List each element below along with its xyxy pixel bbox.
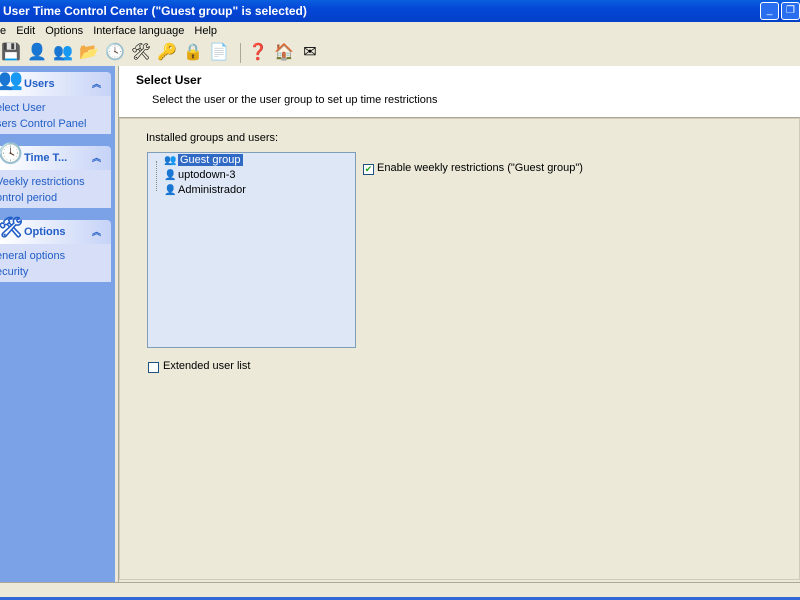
document-icon: 📄 <box>209 44 229 61</box>
status-bar <box>0 582 800 597</box>
sidebar-panel: 👥 Users ︽ elect User sers Control Panel <box>0 69 111 134</box>
content-area: Installed groups and users: 👥 Guest group… <box>119 118 800 580</box>
tree-item-user[interactable]: 👤 uptodown-3 <box>164 168 236 183</box>
user-icon: 👤 <box>164 170 177 181</box>
user-icon: 👤 <box>27 44 47 61</box>
home-button[interactable]: 🏠 <box>273 42 295 64</box>
page-subtitle: Select the user or the user group to set… <box>152 94 438 106</box>
settings-icon: 🛠 <box>130 44 152 61</box>
keys-icon: 🔑 <box>157 44 177 61</box>
settings-icon: 🛠 <box>0 217 24 239</box>
extended-list-checkbox[interactable] <box>148 362 159 373</box>
lock-button[interactable]: 🔒 <box>182 42 204 64</box>
menu-file[interactable]: e <box>0 25 6 37</box>
folder-open-icon: 📂 <box>79 44 99 61</box>
title-bar: User Time Control Center ("Guest group" … <box>0 0 800 22</box>
sidebar-panel-header[interactable]: 🛠 Options ︽ <box>0 217 111 244</box>
chevron-up-icon[interactable]: ︽ <box>92 220 101 244</box>
document-button[interactable]: 📄 <box>208 42 230 64</box>
user-icon: 👤 <box>164 185 177 196</box>
home-icon: 🏠 <box>274 44 294 61</box>
sidebar-link[interactable]: elect User <box>0 100 111 116</box>
menu-interface-language[interactable]: Interface language <box>93 25 184 37</box>
users-icon: 👥 <box>53 44 73 61</box>
chevron-up-icon[interactable]: ︽ <box>92 72 101 96</box>
save-icon: 💾 <box>1 44 21 61</box>
clock-icon: 🕓 <box>105 44 125 61</box>
clock-icon: 🕓 <box>0 143 23 165</box>
keys-button[interactable]: 🔑 <box>156 42 178 64</box>
mail-icon: ✉ <box>303 44 317 61</box>
sidebar-panel: 🕓 Time T... ︽ Veekly restrictions ontrol per… <box>0 143 111 208</box>
tree-item-user[interactable]: 👤 Administrador <box>164 183 246 198</box>
toolbar: 💾 👤 👥 📂 🕓 🛠 🔑 🔒 📄 ❓ 🏠 ✉ <box>0 40 800 66</box>
sidebar-panel: 🛠Options︽ eneral optionsecurity <box>0 217 111 282</box>
user-button[interactable]: 👤 <box>26 42 48 64</box>
extended-list-label: Extended user list <box>163 360 251 372</box>
tree-label: Installed groups and users: <box>146 132 279 144</box>
save-button[interactable]: 💾 <box>0 42 22 64</box>
main-panel: Select User Select the user or the user … <box>118 66 800 582</box>
sidebar-panel-header[interactable]: 🕓 Time T... ︽ <box>0 143 111 170</box>
sidebar-link[interactable]: eneral options <box>0 248 111 264</box>
help-icon: ❓ <box>248 44 268 61</box>
lock-icon: 🔒 <box>183 44 203 61</box>
group-icon: 👥 <box>164 155 177 166</box>
weekly-restrictions-label: Enable weekly restrictions ("Guest group… <box>377 162 583 174</box>
menu-edit[interactable]: Edit <box>16 25 35 37</box>
user-tree[interactable]: 👥 Guest group 👤 uptodown-3 👤 Administrador <box>147 152 356 348</box>
chevron-up-icon[interactable]: ︽ <box>92 146 101 170</box>
users-icon: 👥 <box>0 69 23 91</box>
restore-button[interactable]: ❐ <box>781 2 800 20</box>
sidebar-link[interactable]: Veekly restrictions <box>0 174 111 190</box>
sidebar-link[interactable]: sers Control Panel <box>0 116 111 132</box>
clock-button[interactable]: 🕓 <box>104 42 126 64</box>
sidebar: 👥 Users ︽ elect User sers Control Panel 🕓 Time… <box>0 66 115 582</box>
help-button[interactable]: ❓ <box>247 42 269 64</box>
menu-options[interactable]: Options <box>45 25 83 37</box>
sidebar-link[interactable]: ecurity <box>0 264 111 280</box>
tree-item-guest-group[interactable]: 👥 Guest group <box>164 153 243 168</box>
settings-button[interactable]: 🛠 <box>130 42 152 64</box>
page-header: Select User Select the user or the user … <box>119 66 800 118</box>
users-button[interactable]: 👥 <box>52 42 74 64</box>
folder-open-button[interactable]: 📂 <box>78 42 100 64</box>
page-title: Select User <box>136 73 202 87</box>
toolbar-separator <box>240 43 241 63</box>
weekly-restrictions-checkbox[interactable]: ✔ <box>363 164 374 175</box>
sidebar-panel-header[interactable]: 👥 Users ︽ <box>0 69 111 96</box>
menu-help[interactable]: Help <box>194 25 217 37</box>
minimize-button[interactable]: _ <box>760 2 779 20</box>
mail-button[interactable]: ✉ <box>299 42 321 64</box>
menu-bar: e Edit Options Interface language Help <box>0 22 800 40</box>
sidebar-link[interactable]: ontrol period <box>0 190 111 206</box>
window-title: User Time Control Center ("Guest group" … <box>3 4 307 18</box>
